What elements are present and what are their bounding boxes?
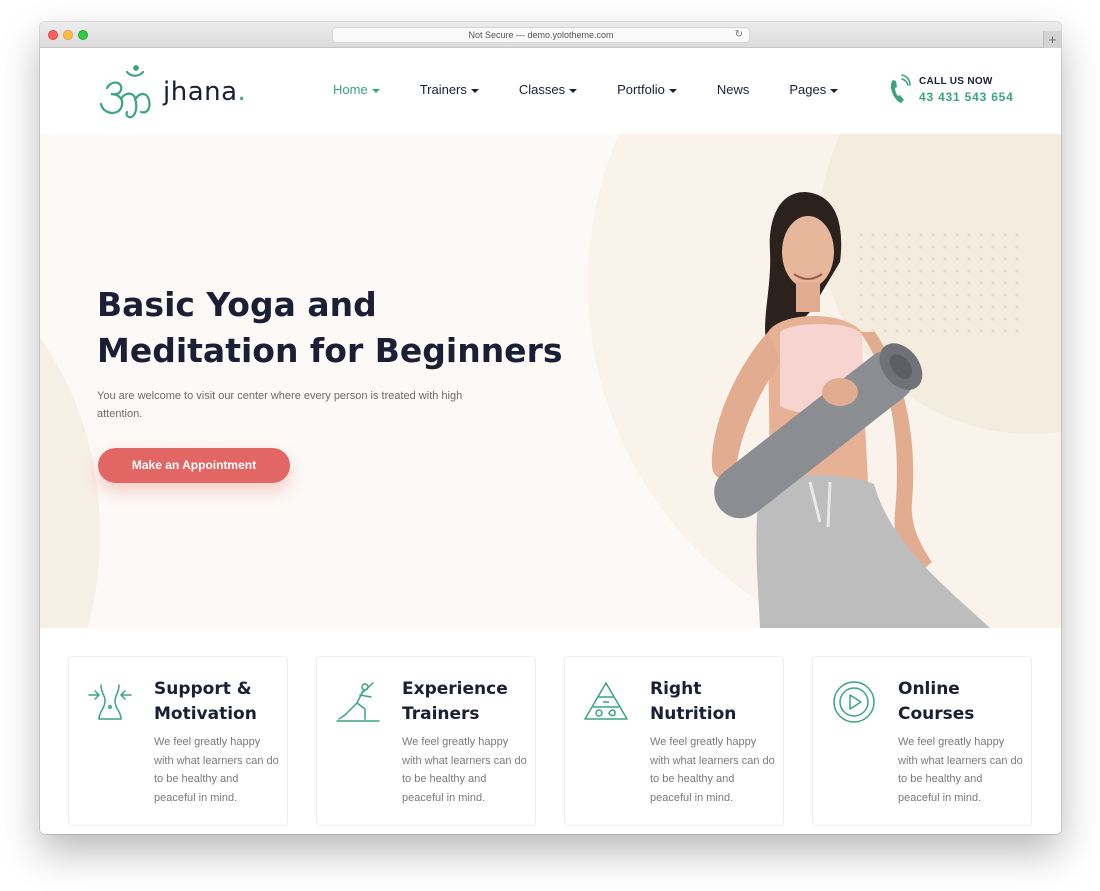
hero-decor-left-arc [40,254,100,628]
logo-text: jhana [163,77,238,107]
caret-down-icon [371,88,380,93]
nav-item-home[interactable]: Home [333,82,380,97]
card-description: We feel greatly happy with what learners… [898,736,1023,804]
hero-model-image [711,192,990,628]
hero-subtitle: You are welcome to visit our center wher… [97,390,463,420]
card-title: Support & Motivation [154,677,284,727]
logo-wordmark: jhana. [163,77,246,107]
main-nav: Home Trainers Classes Portfolio News Pag… [333,82,878,97]
phone-icon [890,74,911,103]
nav-item-classes[interactable]: Classes [518,82,578,97]
card-title-line2: Nutrition [650,704,737,724]
caret-down-icon [470,88,479,93]
call-number[interactable]: 43 431 543 654 [919,90,1014,104]
nav-item-news[interactable]: News [717,82,750,97]
caret-down-icon [569,88,578,93]
waist-icon [88,684,132,720]
browser-toolbar: Not Secure — demo.yolotheme.com ↻ + [40,22,1061,48]
card-title-line2: Courses [898,704,975,724]
card-description: We feel greatly happy with what learners… [650,736,775,804]
card-title-line2: Trainers [402,704,480,724]
card-title: Experience Trainers [402,677,532,727]
hero-title: Basic Yoga and Meditation for Beginners [97,282,567,374]
card-title: Right Nutrition [650,677,780,727]
yoga-pose-icon [336,682,380,722]
card-title-line2: Motivation [154,704,257,724]
address-bar[interactable]: Not Secure — demo.yolotheme.com ↻ [332,27,750,43]
call-text: CALL US NOW 43 431 543 654 [919,76,1014,104]
feature-card-nutrition[interactable]: Right Nutrition We feel greatly happy wit… [564,656,784,826]
address-text: Not Secure — demo.yolotheme.com [468,30,614,40]
nav-label: Pages [789,82,827,97]
features-section: Support & Motivation We feel greatly happ… [40,628,1061,834]
card-description: We feel greatly happy with what learners… [402,736,527,804]
hero-title-line1: Basic Yoga and [97,285,377,324]
feature-card-support[interactable]: Support & Motivation We feel greatly happ… [68,656,288,826]
feature-card-courses[interactable]: Online Courses We feel greatly happy with… [812,656,1032,826]
feature-card-trainers[interactable]: Experience Trainers We feel greatly happy… [316,656,536,826]
logo-dot: . [237,77,247,107]
hero-section: Basic Yoga and Meditation for Beginners … [40,134,1061,628]
om-logo-icon [99,65,151,119]
card-title: Online Courses [898,677,1028,727]
caret-down-icon [668,88,677,93]
zoom-window-button[interactable] [78,30,88,40]
card-title-line1: Online [898,679,960,699]
nav-label: Trainers [419,82,467,97]
logo[interactable]: jhana. [97,64,246,120]
nav-item-portfolio[interactable]: Portfolio [617,82,677,97]
nav-label: Portfolio [617,82,665,97]
nav-label: Home [333,82,368,97]
play-circle-icon [833,681,875,723]
reload-icon[interactable]: ↻ [735,28,743,42]
card-description: We feel greatly happy with what learners… [154,736,279,804]
nav-item-trainers[interactable]: Trainers [420,82,479,97]
caret-down-icon [830,88,839,93]
call-us[interactable]: CALL US NOW 43 431 543 654 [889,74,1014,106]
card-title-line1: Experience [402,679,508,699]
nav-label: News [716,82,750,97]
close-window-button[interactable] [48,30,58,40]
nutrition-pyramid-icon [584,682,628,720]
make-appointment-button[interactable]: Make an Appointment [98,448,290,483]
browser-window: Not Secure — demo.yolotheme.com ↻ + jhan… [40,22,1061,834]
minimize-window-button[interactable] [63,30,73,40]
card-title-line1: Support & [154,679,252,699]
site-header: jhana. Home Trainers Classes Portfolio N… [40,48,1061,134]
nav-item-pages[interactable]: Pages [789,82,839,97]
hero-title-line2: Meditation for Beginners [97,331,563,370]
card-title-line1: Right [650,679,702,699]
nav-label: Classes [518,82,566,97]
new-tab-button[interactable]: + [1043,31,1061,48]
call-label: CALL US NOW [919,76,993,87]
